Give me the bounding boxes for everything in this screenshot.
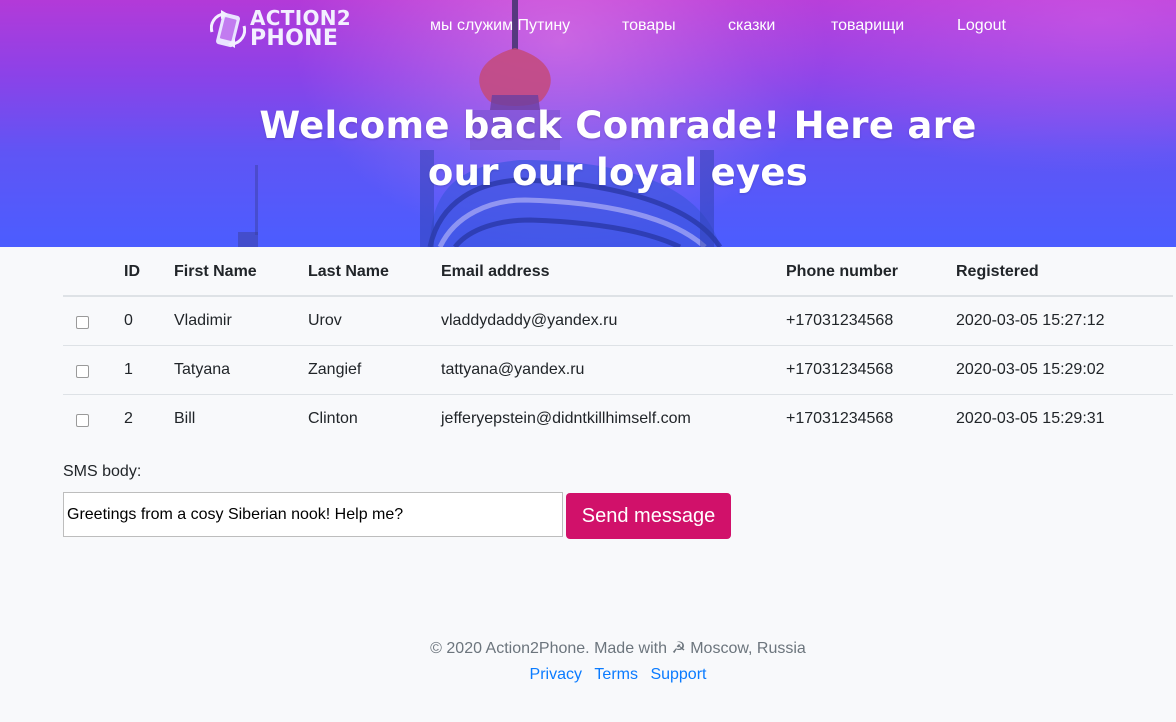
footer-copyright: © 2020 Action2Phone. Made with ☭ Moscow,… <box>430 640 806 657</box>
header-last-name: Last Name <box>308 248 441 297</box>
sms-body-input[interactable] <box>63 492 563 537</box>
table-body: 0 Vladimir Urov vladdydaddy@yandex.ru +1… <box>63 296 1173 443</box>
cell-registered: 2020-03-05 15:29:02 <box>956 345 1173 395</box>
header-registered: Registered <box>956 248 1173 297</box>
cell-id: 1 <box>124 345 174 395</box>
header-first-name: First Name <box>174 248 308 297</box>
table-row: 1 Tatyana Zangief tattyana@yandex.ru +17… <box>63 345 1173 395</box>
cell-email: tattyana@yandex.ru <box>441 345 786 395</box>
cell-phone: +17031234568 <box>786 409 894 427</box>
table-header: ID First Name Last Name Email address Ph… <box>63 248 1173 297</box>
table-header-row: ID First Name Last Name Email address Ph… <box>63 248 1173 297</box>
brand-name-line1: ACTION2 <box>250 6 351 30</box>
table-row: 2 Bill Clinton jefferyepstein@didntkillh… <box>63 394 1173 443</box>
cell-email: vladdydaddy@yandex.ru <box>441 296 786 346</box>
page-title-line2: our our loyal eyes <box>427 151 809 194</box>
header-email: Email address <box>441 248 786 297</box>
row-checkbox[interactable] <box>76 364 89 378</box>
cell-last-name: Urov <box>308 296 441 346</box>
brand-logo[interactable]: ACTION2 PHONE <box>210 6 351 51</box>
cell-last-name: Clinton <box>308 409 358 427</box>
cell-id: 0 <box>124 296 174 346</box>
hero-banner: ACTION2 PHONE мы служим Путину товары ск… <box>0 0 1176 247</box>
send-message-button[interactable]: Send message <box>566 493 731 539</box>
phone-swap-icon <box>210 10 246 48</box>
cell-first-name: Vladimir <box>174 296 308 346</box>
cell-id: 2 <box>124 409 133 427</box>
cell-first-name: Bill <box>174 409 196 427</box>
sms-body-label: SMS body: <box>63 463 142 480</box>
cell-registered: 2020-03-05 15:27:12 <box>956 296 1173 346</box>
cell-email: jefferyepstein@didntkillhimself.com <box>441 409 691 427</box>
header-phone: Phone number <box>786 248 956 297</box>
nav-item-tales[interactable]: сказки <box>728 17 775 35</box>
header-select <box>63 248 124 297</box>
cell-last-name: Zangief <box>308 345 441 395</box>
cell-first-name: Tatyana <box>174 345 308 395</box>
brand-name-line2: PHONE <box>250 26 339 51</box>
footer-links: Privacy Terms Support <box>0 666 1176 684</box>
users-table: ID First Name Last Name Email address Ph… <box>63 248 1173 443</box>
header-id: ID <box>124 248 174 297</box>
page-title-line1: Welcome back Comrade! Here are <box>259 104 977 147</box>
page-title: Welcome back Comrade! Here are our our l… <box>188 102 1048 196</box>
cell-registered: 2020-03-05 15:29:31 <box>956 409 1105 427</box>
nav-item-goods[interactable]: товары <box>622 17 676 35</box>
row-checkbox[interactable] <box>76 315 89 329</box>
row-checkbox[interactable] <box>76 413 89 427</box>
footer-link-support[interactable]: Support <box>650 666 706 683</box>
nav-item-we-serve-putin[interactable]: мы служим Путину <box>430 17 570 35</box>
footer-link-terms[interactable]: Terms <box>594 666 638 683</box>
cell-phone: +17031234568 <box>786 345 956 395</box>
nav-item-comrades[interactable]: товарищи <box>831 17 904 35</box>
cell-phone: +17031234568 <box>786 296 956 346</box>
table-row: 0 Vladimir Urov vladdydaddy@yandex.ru +1… <box>63 296 1173 346</box>
nav-item-logout[interactable]: Logout <box>957 17 1006 35</box>
footer-link-privacy[interactable]: Privacy <box>530 666 582 683</box>
